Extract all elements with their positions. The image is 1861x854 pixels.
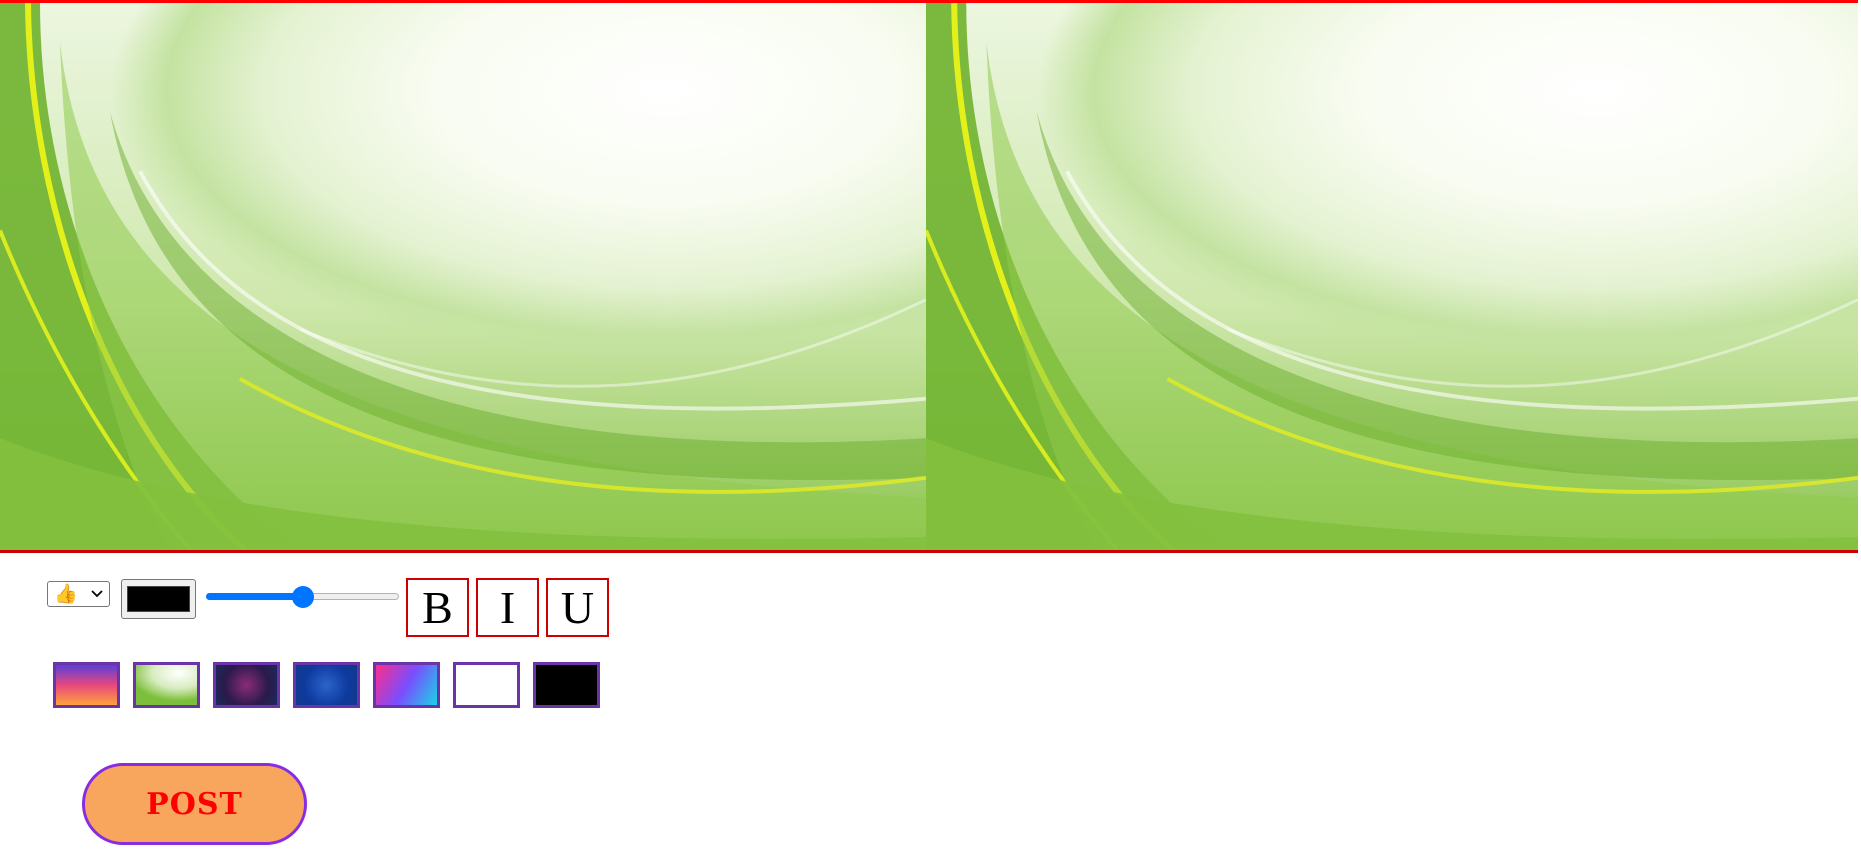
post-button[interactable]: POST <box>82 763 307 845</box>
post-text-input[interactable] <box>0 3 926 550</box>
background-option-sunset-gradient[interactable] <box>53 662 120 708</box>
slider-fill <box>206 593 303 600</box>
text-color-swatch <box>127 586 190 612</box>
underline-button[interactable]: U <box>546 578 609 637</box>
italic-button[interactable]: I <box>476 578 539 637</box>
font-size-slider[interactable] <box>206 586 399 608</box>
post-preview-area <box>0 0 1858 553</box>
background-option-rainbow-gradient[interactable] <box>373 662 440 708</box>
background-image-tile <box>0 3 926 550</box>
bold-button[interactable]: B <box>406 578 469 637</box>
text-color-picker[interactable] <box>121 579 196 619</box>
background-option-plain-black[interactable] <box>533 662 600 708</box>
background-image-tile <box>926 3 1858 550</box>
formatting-toolbar: 👍 B I U <box>47 578 609 640</box>
green-swirl-art <box>926 3 1858 550</box>
background-option-plain-white[interactable] <box>453 662 520 708</box>
background-options <box>53 662 613 708</box>
emoji-selected-value: 👍 <box>54 583 78 605</box>
background-option-purple-galaxy[interactable] <box>213 662 280 708</box>
slider-thumb[interactable] <box>291 586 314 608</box>
chevron-down-icon <box>91 590 103 598</box>
emoji-select[interactable]: 👍 <box>47 581 110 607</box>
background-option-blue-texture[interactable] <box>293 662 360 708</box>
background-option-green-swirl[interactable] <box>133 662 200 708</box>
post-editor-page: 👍 B I U POST <box>0 0 1861 854</box>
